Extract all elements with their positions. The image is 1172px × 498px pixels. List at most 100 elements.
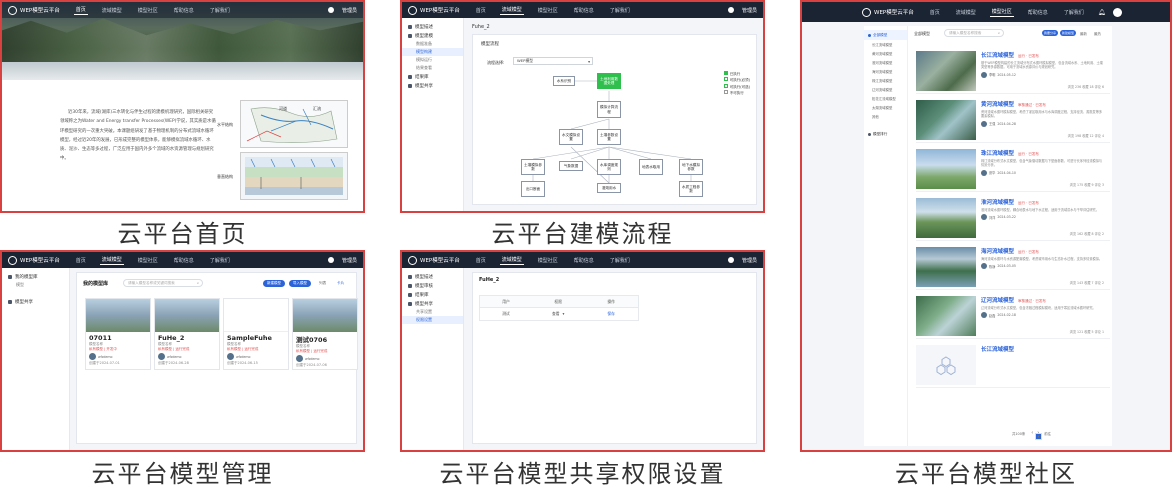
sidebar-item-mylib[interactable]: 我的模型库 <box>2 272 69 281</box>
user-menu[interactable]: 管理员 <box>327 7 357 14</box>
sidebar-item-share[interactable]: 模型共享 <box>2 297 69 306</box>
nav-item-home[interactable]: 首页 <box>74 256 88 265</box>
nav-item-model[interactable]: 流域模型 <box>954 8 978 17</box>
nav-item-help[interactable]: 帮助信息 <box>572 256 596 265</box>
search-input[interactable]: 请输入模型名称或关键词搜索 ⌕ <box>123 279 203 287</box>
model-card[interactable]: 07011 模型名称 私有模型 | 开发中 wfzdemo 创建于2024-07… <box>85 298 151 370</box>
flow-node[interactable]: 水质工程参数 <box>679 181 703 197</box>
sort-latest[interactable]: 最新 <box>1080 31 1087 36</box>
platform-logo[interactable]: WEP模型云平台 <box>8 5 60 15</box>
sidebar-item-share-settings[interactable]: 共享设置 <box>402 308 463 316</box>
view-list-toggle[interactable]: 列表 <box>319 281 326 286</box>
flow-node[interactable]: 灌溉用水 <box>597 183 621 193</box>
nav-item-model[interactable]: 流域模型 <box>499 5 524 15</box>
search-input[interactable]: 请输入模型名称搜索 ⌕ <box>944 29 1004 37</box>
sidebar-all-models[interactable]: 全部模型 <box>864 30 907 40</box>
model-title[interactable]: 长江流域模型 <box>981 53 1014 59</box>
model-title[interactable]: 长江流域模型 <box>981 347 1014 353</box>
model-card[interactable]: FuHe_2 模型名称 私有模型 | 运行完成 wfzdemo 创建于2024-… <box>154 298 220 370</box>
list-item[interactable]: 辽河流域模型 审核通过 · 已发布 辽河流域分布式水文模型，包含冻融过程模拟模块，适… <box>916 293 1110 339</box>
nav-item-about[interactable]: 了解我们 <box>208 6 232 15</box>
nav-item-about[interactable]: 了解我们 <box>608 256 632 265</box>
user-menu[interactable]: 管理员 <box>727 7 757 14</box>
flow-node[interactable]: 模拟计算流程 <box>597 101 621 118</box>
sidebar-item-basin[interactable]: 长江流域模型 <box>864 40 907 49</box>
user-menu[interactable]: 🔔︎ <box>1098 7 1123 17</box>
nav-item-community[interactable]: 模型社区 <box>989 7 1014 17</box>
sidebar-group-modeling[interactable]: 模型建模 <box>402 31 463 40</box>
nav-item-help[interactable]: 帮助信息 <box>1026 8 1050 17</box>
avatar[interactable] <box>1113 7 1123 17</box>
page-button[interactable]: 10 <box>1035 433 1043 440</box>
nav-item-model[interactable]: 流域模型 <box>499 255 524 265</box>
model-title[interactable]: 珠江流域模型 <box>981 151 1014 157</box>
sidebar-item-build[interactable]: 模型构建 <box>402 48 463 56</box>
nav-item-about[interactable]: 了解我们 <box>1062 8 1086 17</box>
flow-node[interactable]: 地表水取用 <box>639 159 663 175</box>
nav-item-help[interactable]: 帮助信息 <box>172 256 196 265</box>
nav-item-model[interactable]: 流域模型 <box>100 6 124 15</box>
sidebar-item-run[interactable]: 模拟运行 <box>402 56 463 64</box>
model-card[interactable]: 测试0706 模型名称 私有模型 | 运行完成 wfzdemo 创建于2024-… <box>292 298 358 370</box>
nav-item-community[interactable]: 模型社区 <box>536 256 560 265</box>
list-item[interactable]: 黄河流域模型 审核通过 · 已发布 黄河流域水循环模拟模型，考虑了灌区取用水与水库调… <box>916 97 1110 143</box>
sidebar-item-basin[interactable]: 珠江流域模型 <box>864 76 907 85</box>
permission-select[interactable]: 查看 ▾ <box>532 311 584 317</box>
sidebar-item-basin[interactable]: 海河流域模型 <box>864 67 907 76</box>
sidebar-item-result[interactable]: 结果查看 <box>402 64 463 72</box>
flow-node[interactable]: 土壤参数设置 <box>597 129 621 145</box>
sidebar-group-results[interactable]: 结果库 <box>402 290 463 299</box>
platform-logo[interactable]: WEP模型云平台 <box>8 255 60 265</box>
model-card[interactable]: SampleFuhe 模型名称 私有模型 | 运行完成 wfzdemo 创建于2… <box>223 298 289 370</box>
flow-node[interactable]: 出口断面 <box>521 181 545 197</box>
sidebar-group-review[interactable]: 模型审核 <box>402 281 463 290</box>
nav-item-community[interactable]: 模型社区 <box>536 6 560 15</box>
sidebar-group-share[interactable]: 模型共享 <box>402 299 463 308</box>
bell-icon[interactable]: 🔔︎ <box>1098 9 1106 16</box>
list-item[interactable]: 长江流域模型 <box>916 342 1110 388</box>
nav-item-model[interactable]: 流域模型 <box>99 255 124 265</box>
user-menu[interactable]: 管理员 <box>727 257 757 264</box>
platform-logo[interactable]: WEP模型云平台 <box>408 5 460 15</box>
flow-node[interactable]: 水文模拟设置 <box>559 129 583 145</box>
nav-item-community[interactable]: 模型社区 <box>136 256 160 265</box>
sidebar-item-models[interactable]: 模型 <box>2 281 69 289</box>
nav-item-home[interactable]: 首页 <box>928 8 942 17</box>
view-card-toggle[interactable]: 卡片 <box>337 281 344 286</box>
save-button[interactable]: 保存 <box>584 311 638 317</box>
sidebar-item-basin[interactable]: 淮河流域模型 <box>864 58 907 67</box>
sidebar-group-description[interactable]: 模型描述 <box>402 22 463 31</box>
platform-logo[interactable]: WEP模型云平台 <box>408 255 460 265</box>
import-model-button[interactable]: 导入模型 <box>289 280 311 287</box>
list-item[interactable]: 淮河流域模型 运行 · 已发布 淮河流域水循环模型，耦合地表水与地下水过程，适用于流… <box>916 195 1110 241</box>
sidebar-item-basin[interactable]: 辽河流域模型 <box>864 85 907 94</box>
new-model-button[interactable]: 新建模型 <box>263 280 285 287</box>
nav-item-home[interactable]: 首页 <box>474 256 488 265</box>
new-model-button[interactable]: 新建模型 <box>1060 30 1076 36</box>
nav-item-home[interactable]: 首页 <box>474 6 488 15</box>
nav-item-help[interactable]: 帮助信息 <box>572 6 596 15</box>
user-menu[interactable]: 管理员 <box>327 257 357 264</box>
list-item[interactable]: 珠江流域模型 运行 · 已发布 珠江流域分布式水文模型，包含气象驱动数据与下垫面参数… <box>916 146 1110 192</box>
sidebar-group-description[interactable]: 模型描述 <box>402 272 463 281</box>
nav-item-home[interactable]: 首页 <box>73 5 88 15</box>
flow-node[interactable]: 地下水模拟参数 <box>679 159 703 175</box>
sidebar-item-data[interactable]: 数据准备 <box>402 40 463 48</box>
nav-item-help[interactable]: 帮助信息 <box>172 6 196 15</box>
nav-item-about[interactable]: 了解我们 <box>208 256 232 265</box>
model-title[interactable]: 淮河流域模型 <box>981 200 1014 206</box>
flow-node[interactable]: 土地利用数据处理 <box>597 73 621 89</box>
sidebar-ranking[interactable]: 模型排行 <box>864 129 907 139</box>
sidebar-group-results[interactable]: 结果库 <box>402 72 463 81</box>
sidebar-item-basin[interactable]: 黄河流域模型 <box>864 49 907 58</box>
sidebar-item-basin[interactable]: 松花江流域模型 <box>864 94 907 103</box>
sidebar-item-basin[interactable]: 其他 <box>864 112 907 121</box>
list-item[interactable]: 海河流域模型 运行 · 已发布 海河流域水循环与水资源配置模型，考虑城市用水与生态补… <box>916 244 1110 290</box>
sidebar-item-basin[interactable]: 太湖流域模型 <box>864 103 907 112</box>
prev-page-button[interactable]: ‹ <box>1031 430 1033 436</box>
flow-node[interactable]: 气象数据 <box>559 161 583 171</box>
flow-node[interactable]: 水库调度规则 <box>597 159 621 175</box>
sort-hot[interactable]: 最热 <box>1094 31 1101 36</box>
nav-item-about[interactable]: 了解我们 <box>608 6 632 15</box>
share-model-button[interactable]: 我要分享 <box>1042 30 1058 36</box>
